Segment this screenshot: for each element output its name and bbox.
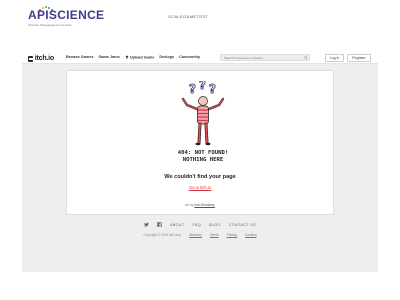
- footer-terms-link[interactable]: Terms: [210, 233, 219, 237]
- goto-itchio-link[interactable]: Go to itch.io: [67, 185, 333, 190]
- twitter-icon[interactable]: [143, 222, 149, 227]
- footer-contact-link[interactable]: CONTACT US: [229, 223, 256, 227]
- nav-upload-game[interactable]: Upload Game: [125, 55, 155, 60]
- register-button[interactable]: Register: [347, 53, 371, 62]
- itch-logo[interactable]: itch.io: [28, 54, 54, 63]
- footer-directory-link[interactable]: Directory: [189, 233, 202, 237]
- bottom-margin: [0, 290, 400, 300]
- footer: ABOUT FAQ BLOG CONTACT US Copyright © 20…: [66, 220, 334, 244]
- login-button[interactable]: Log in: [325, 53, 344, 62]
- page-title: We couldn't find your page: [164, 174, 236, 180]
- not-found-card: ? ? ? 404: NOT FOUND! NOTHING HERE We co…: [66, 70, 334, 215]
- banner-link[interactable]: SCALEGAMETEST: [168, 14, 208, 19]
- itch-logo-text: itch.io: [34, 55, 54, 62]
- question-mark-icon: ?: [209, 82, 216, 96]
- art-credit-author-link[interactable]: Ivan Bondaray: [194, 203, 215, 207]
- art-credit: Art by Ivan Bondaray: [67, 203, 333, 207]
- question-mark-icon: ?: [199, 81, 206, 92]
- footer-faq-link[interactable]: FAQ: [192, 223, 201, 227]
- apiscience-logo[interactable]: APISCIENCE Abstract Pedagogique Innovant…: [28, 6, 105, 33]
- footer-blog-link[interactable]: BLOG: [209, 223, 221, 227]
- nav-links: Browse Games Game Jams Upload Game Devlo…: [66, 55, 200, 60]
- content-area: ? ? ? 404: NOT FOUND! NOTHING HERE We co…: [22, 64, 378, 272]
- facebook-icon[interactable]: [157, 222, 162, 227]
- question-mark-icon: ?: [189, 82, 196, 96]
- svg-text:NOTHING HERE: NOTHING HERE: [183, 157, 223, 163]
- itch-logo-icon: [28, 55, 34, 62]
- logo-text: APISCIENCE: [28, 8, 105, 22]
- search-input[interactable]: [220, 54, 310, 61]
- logo-dots-icon: [39, 6, 53, 12]
- nav-browse-games[interactable]: Browse Games: [66, 55, 93, 60]
- nav-game-jams[interactable]: Game Jams: [98, 55, 119, 60]
- footer-legal: Copyright © 2024 itch corp Directory Ter…: [66, 233, 334, 237]
- art-credit-prefix: Art by: [185, 203, 194, 207]
- nav-community[interactable]: Community: [179, 55, 200, 60]
- svg-text:404: NOT FOUND!: 404: NOT FOUND!: [178, 150, 229, 156]
- copyright-text: Copyright © 2024 itch corp: [143, 233, 182, 237]
- nav-devlogs[interactable]: Devlogs: [159, 55, 174, 60]
- main-nav: itch.io Browse Games Game Jams Upload Ga…: [22, 52, 378, 64]
- footer-privacy-link[interactable]: Privacy: [227, 233, 237, 237]
- footer-links: ABOUT FAQ BLOG CONTACT US: [66, 222, 334, 227]
- top-banner: APISCIENCE Abstract Pedagogique Innovant…: [0, 0, 400, 46]
- logo-tagline: Abstract Pedagogique Innovante: [28, 23, 72, 27]
- upload-icon: [125, 55, 129, 59]
- footer-cookies-link[interactable]: Cookies: [245, 233, 257, 237]
- search-icon[interactable]: [304, 55, 308, 60]
- footer-about-link[interactable]: ABOUT: [170, 223, 185, 227]
- not-found-illustration: ? ? ? 404: NOT FOUND! NOTHING HERE: [178, 81, 229, 163]
- nav-upload-label: Upload Game: [129, 55, 155, 60]
